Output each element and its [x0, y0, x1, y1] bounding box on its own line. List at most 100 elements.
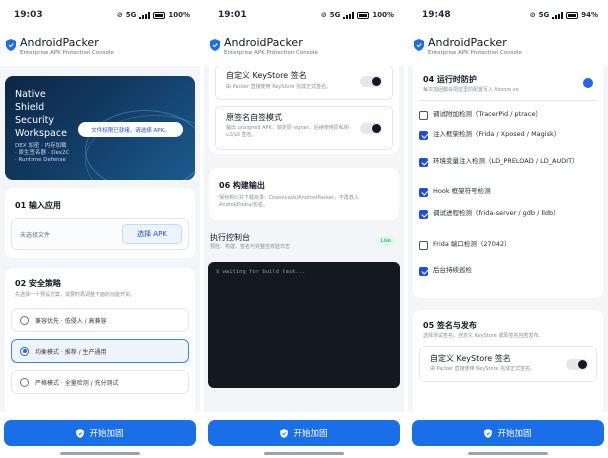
status-time: 19:01: [218, 10, 247, 20]
section-subtitle: 保存到公共下载目录：Downloads/AndroidPacker，不再放入 A…: [219, 195, 359, 208]
section-subtitle: 选择测试签名、自定义 KeyStore 或原签名自签发布。: [423, 333, 544, 339]
check-hook-symbols[interactable]: Hook 框架符号检测: [419, 187, 597, 197]
console-line: $ waiting for build task...: [216, 269, 306, 275]
home-indicator: [264, 452, 344, 455]
checkbox-checked-icon: [419, 130, 428, 140]
network-label: 5G: [329, 11, 341, 19]
link-icon: ⊘: [529, 11, 536, 19]
select-apk-button[interactable]: 选择 APK: [122, 224, 182, 244]
bottom-bar: 开始加固: [0, 412, 200, 458]
signal-icon: [343, 11, 355, 19]
bottom-bar: 开始加固: [204, 412, 404, 458]
signal-icon: [552, 11, 564, 19]
hero-features: DEX 加密 · 内存加载 · 原生签名器 · Dex2C · Runtime …: [15, 143, 70, 163]
checkbox-icon: [419, 110, 428, 120]
strategy-option-balanced[interactable]: 均衡模式 · 推荐 / 生产通用: [11, 339, 189, 363]
file-placeholder: 未选择文件: [20, 232, 51, 239]
app-subtitle: Enterprise APK Protection Console: [428, 50, 522, 56]
shield-check-icon: [76, 428, 85, 438]
radio-icon: [20, 377, 29, 387]
section-title: 02 安全策略: [15, 279, 61, 288]
home-indicator: [60, 452, 140, 455]
console-title: 执行控制台: [210, 233, 250, 242]
app-title: AndroidPacker: [224, 36, 303, 49]
app-title: AndroidPacker: [20, 36, 99, 49]
check-env-injection[interactable]: 环境变量注入检测（LD_PRELOAD / LD_AUDIT）: [419, 157, 597, 167]
phone-screen-runtime: 19:48 ⊘ 5G 94% AndroidPacker Enterprise …: [408, 0, 608, 458]
hero-title: Native Shield Security Workspace: [15, 89, 67, 139]
shield-logo-icon: [210, 39, 220, 51]
checkbox-checked-icon: [419, 157, 428, 167]
app-header: AndroidPacker Enterprise APK Protection …: [0, 30, 200, 66]
app-title: AndroidPacker: [428, 36, 507, 49]
content-scroll[interactable]: 04 运行时防护 每次加固都会把这里的配置写入 libcore.so 调试附加检…: [408, 66, 608, 412]
custom-keystore-toggle[interactable]: [566, 359, 588, 370]
console-output[interactable]: $ waiting for build task...: [208, 262, 400, 388]
check-background-patrol[interactable]: 后台持续巡检: [419, 266, 597, 276]
shield-logo-icon: [414, 39, 424, 51]
shield-logo-icon: [6, 39, 16, 51]
custom-keystore-toggle[interactable]: [360, 76, 382, 87]
strategy-option-compat[interactable]: 兼容优先 · 低侵入 / 高兼容: [11, 308, 189, 332]
battery-level: 94%: [581, 11, 598, 19]
console-subtitle: 预检、构建、签名与完整性校验日志: [210, 244, 291, 250]
section-subtitle: 先选择一个预设方案，需要时再调整下面的功能开关。: [15, 292, 136, 298]
signal-icon: [139, 11, 151, 19]
security-strategy-card: 02 安全策略 先选择一个预设方案，需要时再调整下面的功能开关。 兼容优先 · …: [5, 268, 195, 412]
check-tracerpid[interactable]: 调试附加检测（TracerPid / ptrace）: [419, 110, 597, 120]
file-picker-box: 未选择文件 选择 APK: [11, 218, 189, 250]
check-injection-framework[interactable]: 注入框架检测（Frida / Xposed / Magisk）: [419, 130, 597, 140]
section-subtitle: 每次加固都会把这里的配置写入 libcore.so: [423, 87, 519, 93]
link-icon: ⊘: [116, 11, 123, 19]
strategy-option-strict[interactable]: 严格模式 · 全量检测 / 充分测试: [11, 370, 189, 394]
battery-level: 100%: [168, 11, 190, 19]
app-subtitle: Enterprise APK Protection Console: [20, 50, 114, 56]
permission-status-pill: 文件权限已就绪，请选择 APK。: [78, 122, 183, 137]
checkbox-checked-icon: [419, 266, 428, 276]
bottom-bar: 开始加固: [408, 412, 608, 458]
network-label: 5G: [125, 11, 137, 19]
checkbox-checked-icon: [419, 209, 428, 219]
shield-check-icon: [280, 428, 289, 438]
battery-icon: [566, 11, 579, 19]
status-time: 19:48: [422, 10, 451, 20]
content-scroll[interactable]: Native Shield Security Workspace DEX 加密 …: [0, 66, 200, 412]
radio-selected-icon: [20, 346, 29, 356]
check-debug-process[interactable]: 调试进程检测（frida-server / gdb / lldb）: [419, 209, 597, 219]
checkbox-icon: [419, 240, 428, 250]
live-badge: Live: [375, 236, 396, 246]
custom-keystore-option[interactable]: 自定义 KeyStore 签名 由 Packer 直接使用 KeyStore 完…: [215, 66, 393, 100]
status-bar: 19:03 ⊘ 5G 100%: [0, 0, 200, 30]
app-header: AndroidPacker Enterprise APK Protection …: [204, 30, 404, 66]
link-icon: ⊘: [320, 11, 327, 19]
shield-check-icon: [484, 428, 493, 438]
section-title: 04 运行时防护: [423, 75, 477, 84]
battery-level: 100%: [372, 11, 394, 19]
start-hardening-button[interactable]: 开始加固: [4, 420, 196, 446]
runtime-toggle[interactable]: [583, 78, 593, 88]
section-title: 05 签名与发布: [423, 321, 477, 330]
battery-icon: [357, 11, 370, 19]
radio-icon: [20, 315, 29, 325]
build-output-card: 06 构建输出 保存到公共下载目录：Downloads/AndroidPacke…: [209, 168, 399, 220]
self-sign-option[interactable]: 原签名自签模式 输出 unsigned APK，锁定原 signer，后续使用原…: [215, 106, 393, 150]
signing-release-card: 05 签名与发布 选择测试签名、自定义 KeyStore 或原签名自签发布。 自…: [413, 310, 603, 412]
checkbox-checked-icon: [419, 187, 428, 197]
content-scroll[interactable]: 自定义 KeyStore 签名 由 Packer 直接使用 KeyStore 完…: [204, 66, 404, 412]
hero-banner: Native Shield Security Workspace DEX 加密 …: [5, 76, 195, 180]
status-bar: 19:48 ⊘ 5G 94%: [408, 0, 608, 30]
custom-keystore-option[interactable]: 自定义 KeyStore 签名 由 Packer 直接使用 KeyStore 完…: [419, 346, 597, 382]
battery-icon: [153, 11, 166, 19]
status-bar: 19:01 ⊘ 5G 100%: [204, 0, 404, 30]
start-hardening-button[interactable]: 开始加固: [412, 420, 604, 446]
signing-options-card: 自定义 KeyStore 签名 由 Packer 直接使用 KeyStore 完…: [209, 66, 399, 154]
phone-screen-output: 19:01 ⊘ 5G 100% AndroidPacker Enterprise…: [204, 0, 404, 458]
check-frida-port[interactable]: Frida 端口检测（27042）: [419, 240, 597, 250]
section-title: 06 构建输出: [219, 181, 265, 190]
home-indicator: [468, 452, 548, 455]
start-hardening-button[interactable]: 开始加固: [208, 420, 400, 446]
input-app-card: 01 输入应用 未选择文件 选择 APK: [5, 188, 195, 258]
divider: [419, 100, 597, 101]
status-time: 19:03: [14, 10, 43, 20]
self-sign-toggle[interactable]: [360, 123, 382, 134]
